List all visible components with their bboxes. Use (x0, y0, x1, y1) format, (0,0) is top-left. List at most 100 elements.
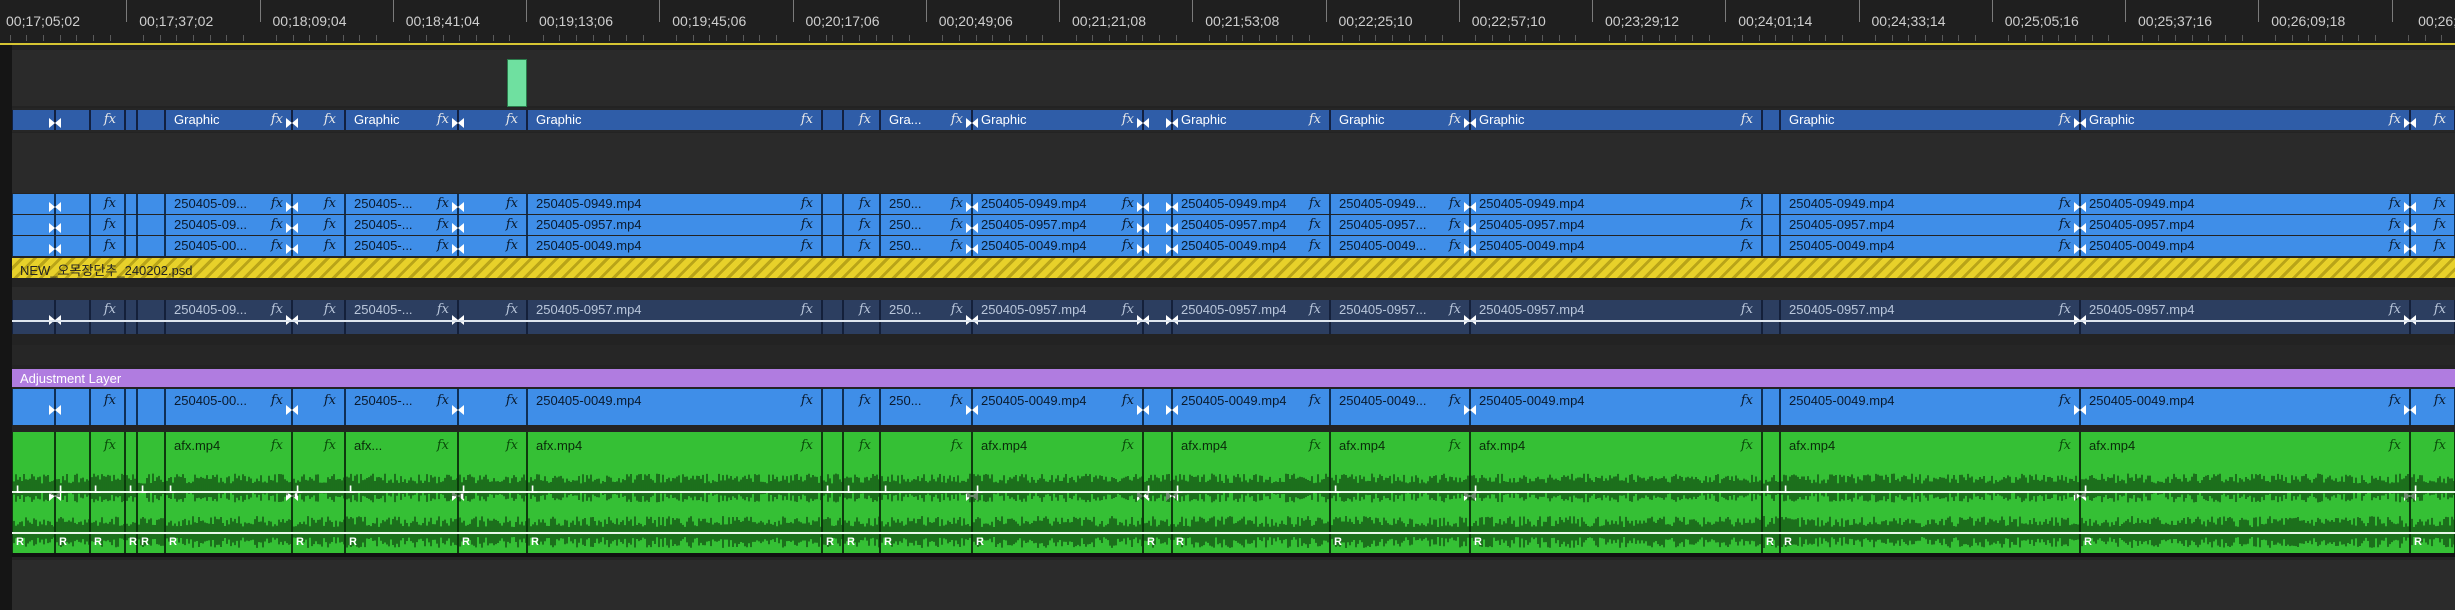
video-clip-0049-main[interactable] (822, 389, 843, 425)
video-clip-0957-lower[interactable]: fx (843, 300, 880, 334)
fx-badge-icon[interactable]: fx (324, 438, 336, 453)
video-clip-0049[interactable]: 250405-0049.mp4 fx (1470, 236, 1762, 256)
fx-badge-icon[interactable]: fx (1122, 438, 1134, 453)
time-ruler[interactable]: 00;17;05;02 00;17;37;02 00;18;09;04 00;18;4… (0, 0, 2455, 45)
audio-channel-line[interactable] (12, 532, 2455, 534)
video-clip-0957-lower[interactable]: 250405-0957.mp4 fx (1780, 300, 2080, 334)
fx-badge-icon[interactable]: fx (1449, 196, 1461, 211)
transition-marker-icon[interactable] (966, 402, 978, 415)
video-clip-0957-lower[interactable]: 250405-... fx (345, 300, 458, 334)
fx-badge-icon[interactable]: fx (1741, 302, 1753, 317)
video-clip-0957-lower[interactable]: 250405-09... fx (165, 300, 292, 334)
fx-badge-icon[interactable]: fx (271, 217, 283, 232)
video-clip-0049[interactable] (1762, 236, 1780, 256)
graphic-clip[interactable]: Graphic fx (1330, 110, 1470, 130)
fx-badge-icon[interactable]: fx (271, 302, 283, 317)
fx-badge-icon[interactable]: fx (1309, 393, 1321, 408)
video-clip-0957[interactable]: 250405-0957.mp4 fx (2080, 215, 2410, 235)
transition-marker-icon[interactable] (1166, 241, 1178, 254)
fx-badge-icon[interactable]: fx (1449, 302, 1461, 317)
video-clip-0957[interactable] (1762, 215, 1780, 235)
fx-badge-icon[interactable]: fx (324, 238, 336, 253)
transition-marker-icon[interactable] (452, 220, 464, 233)
video-clip-0049-main[interactable]: 250405-0049.mp4 fx (2080, 389, 2410, 425)
fx-badge-icon[interactable]: fx (1122, 112, 1134, 127)
fx-badge-icon[interactable]: fx (1449, 238, 1461, 253)
graphic-clip[interactable]: Graphic fx (1780, 110, 2080, 130)
fx-badge-icon[interactable]: fx (271, 238, 283, 253)
video-clip-0957-lower[interactable]: fx (458, 300, 527, 334)
video-clip-0049-main[interactable]: fx (2410, 389, 2455, 425)
fx-badge-icon[interactable]: fx (1449, 438, 1461, 453)
fx-badge-icon[interactable]: fx (2389, 302, 2401, 317)
fx-badge-icon[interactable]: fx (104, 217, 116, 232)
fx-badge-icon[interactable]: fx (2434, 302, 2446, 317)
video-clip-0957[interactable]: 250405-0957.mp4 fx (1470, 215, 1762, 235)
fx-badge-icon[interactable]: fx (2389, 112, 2401, 127)
transition-marker-icon[interactable] (1464, 199, 1476, 212)
video-clip-0049-main[interactable]: 250405-0049... fx (1330, 389, 1470, 425)
graphic-clip[interactable]: fx (2410, 110, 2455, 130)
video-clip-0957[interactable]: fx (843, 215, 880, 235)
video-clip-0957-lower[interactable]: 250... fx (880, 300, 972, 334)
transition-marker-icon[interactable] (286, 199, 298, 212)
video-clip-0949[interactable] (822, 194, 843, 214)
video-clip-0957-lower[interactable] (125, 300, 137, 334)
video-clip-0957[interactable]: 250405-... fx (345, 215, 458, 235)
fx-badge-icon[interactable]: fx (437, 196, 449, 211)
transition-marker-icon[interactable] (966, 220, 978, 233)
fx-badge-icon[interactable]: fx (2059, 238, 2071, 253)
fx-badge-icon[interactable]: fx (1309, 438, 1321, 453)
video-clip-0957[interactable] (125, 215, 137, 235)
video-clip-0049-main[interactable]: 250... fx (880, 389, 972, 425)
transition-marker-icon[interactable] (286, 402, 298, 415)
transition-marker-icon[interactable] (966, 241, 978, 254)
video-clip-0957-lower[interactable]: 250405-0957.mp4 fx (972, 300, 1143, 334)
transition-marker-icon[interactable] (452, 241, 464, 254)
transition-marker-icon[interactable] (286, 220, 298, 233)
transition-marker-icon[interactable] (2074, 402, 2086, 415)
video-clip-0049[interactable] (125, 236, 137, 256)
fx-badge-icon[interactable]: fx (437, 112, 449, 127)
fx-badge-icon[interactable]: fx (801, 302, 813, 317)
fx-badge-icon[interactable]: fx (2059, 393, 2071, 408)
fx-badge-icon[interactable]: fx (104, 238, 116, 253)
fx-badge-icon[interactable]: fx (1741, 438, 1753, 453)
video-clip-0949[interactable]: fx (2410, 194, 2455, 214)
video-clip-0957[interactable]: fx (90, 215, 125, 235)
transition-marker-icon[interactable] (1166, 220, 1178, 233)
fx-badge-icon[interactable]: fx (1449, 112, 1461, 127)
video-clip-0949[interactable]: 250405-0949.mp4 fx (1172, 194, 1330, 214)
video-clip-0957-lower[interactable]: fx (292, 300, 345, 334)
fx-badge-icon[interactable]: fx (506, 238, 518, 253)
graphic-clip[interactable]: fx (458, 110, 527, 130)
video-clip-0957[interactable] (137, 215, 165, 235)
fx-badge-icon[interactable]: fx (1741, 217, 1753, 232)
green-marker-clip[interactable] (507, 59, 527, 107)
fx-badge-icon[interactable]: fx (2389, 438, 2401, 453)
transition-marker-icon[interactable] (2074, 220, 2086, 233)
video-clip-0957[interactable]: fx (458, 215, 527, 235)
video-clip-0949[interactable]: fx (843, 194, 880, 214)
transition-marker-icon[interactable] (452, 115, 464, 128)
transition-marker-icon[interactable] (452, 199, 464, 212)
video-clip-0049-main[interactable] (1762, 389, 1780, 425)
fx-badge-icon[interactable]: fx (1741, 112, 1753, 127)
fx-badge-icon[interactable]: fx (324, 217, 336, 232)
video-clip-0957[interactable]: 250405-0957.mp4 fx (972, 215, 1143, 235)
video-clip-0957-lower[interactable] (822, 300, 843, 334)
fx-badge-icon[interactable]: fx (2434, 438, 2446, 453)
graphic-clip[interactable]: fx (843, 110, 880, 130)
fx-badge-icon[interactable]: fx (104, 112, 116, 127)
fx-badge-icon[interactable]: fx (271, 438, 283, 453)
fx-badge-icon[interactable]: fx (104, 393, 116, 408)
video-clip-0049[interactable]: fx (2410, 236, 2455, 256)
video-clip-0957-lower[interactable]: 250405-0957.mp4 fx (2080, 300, 2410, 334)
transition-marker-icon[interactable] (2074, 199, 2086, 212)
opacity-keyframe-line[interactable] (12, 320, 2455, 322)
fx-badge-icon[interactable]: fx (1741, 196, 1753, 211)
video-clip-0957-lower[interactable]: 250405-0957... fx (1330, 300, 1470, 334)
video-clip-0049-main[interactable]: fx (90, 389, 125, 425)
fx-badge-icon[interactable]: fx (271, 196, 283, 211)
video-clip-0049[interactable]: 250405-0049... fx (1330, 236, 1470, 256)
